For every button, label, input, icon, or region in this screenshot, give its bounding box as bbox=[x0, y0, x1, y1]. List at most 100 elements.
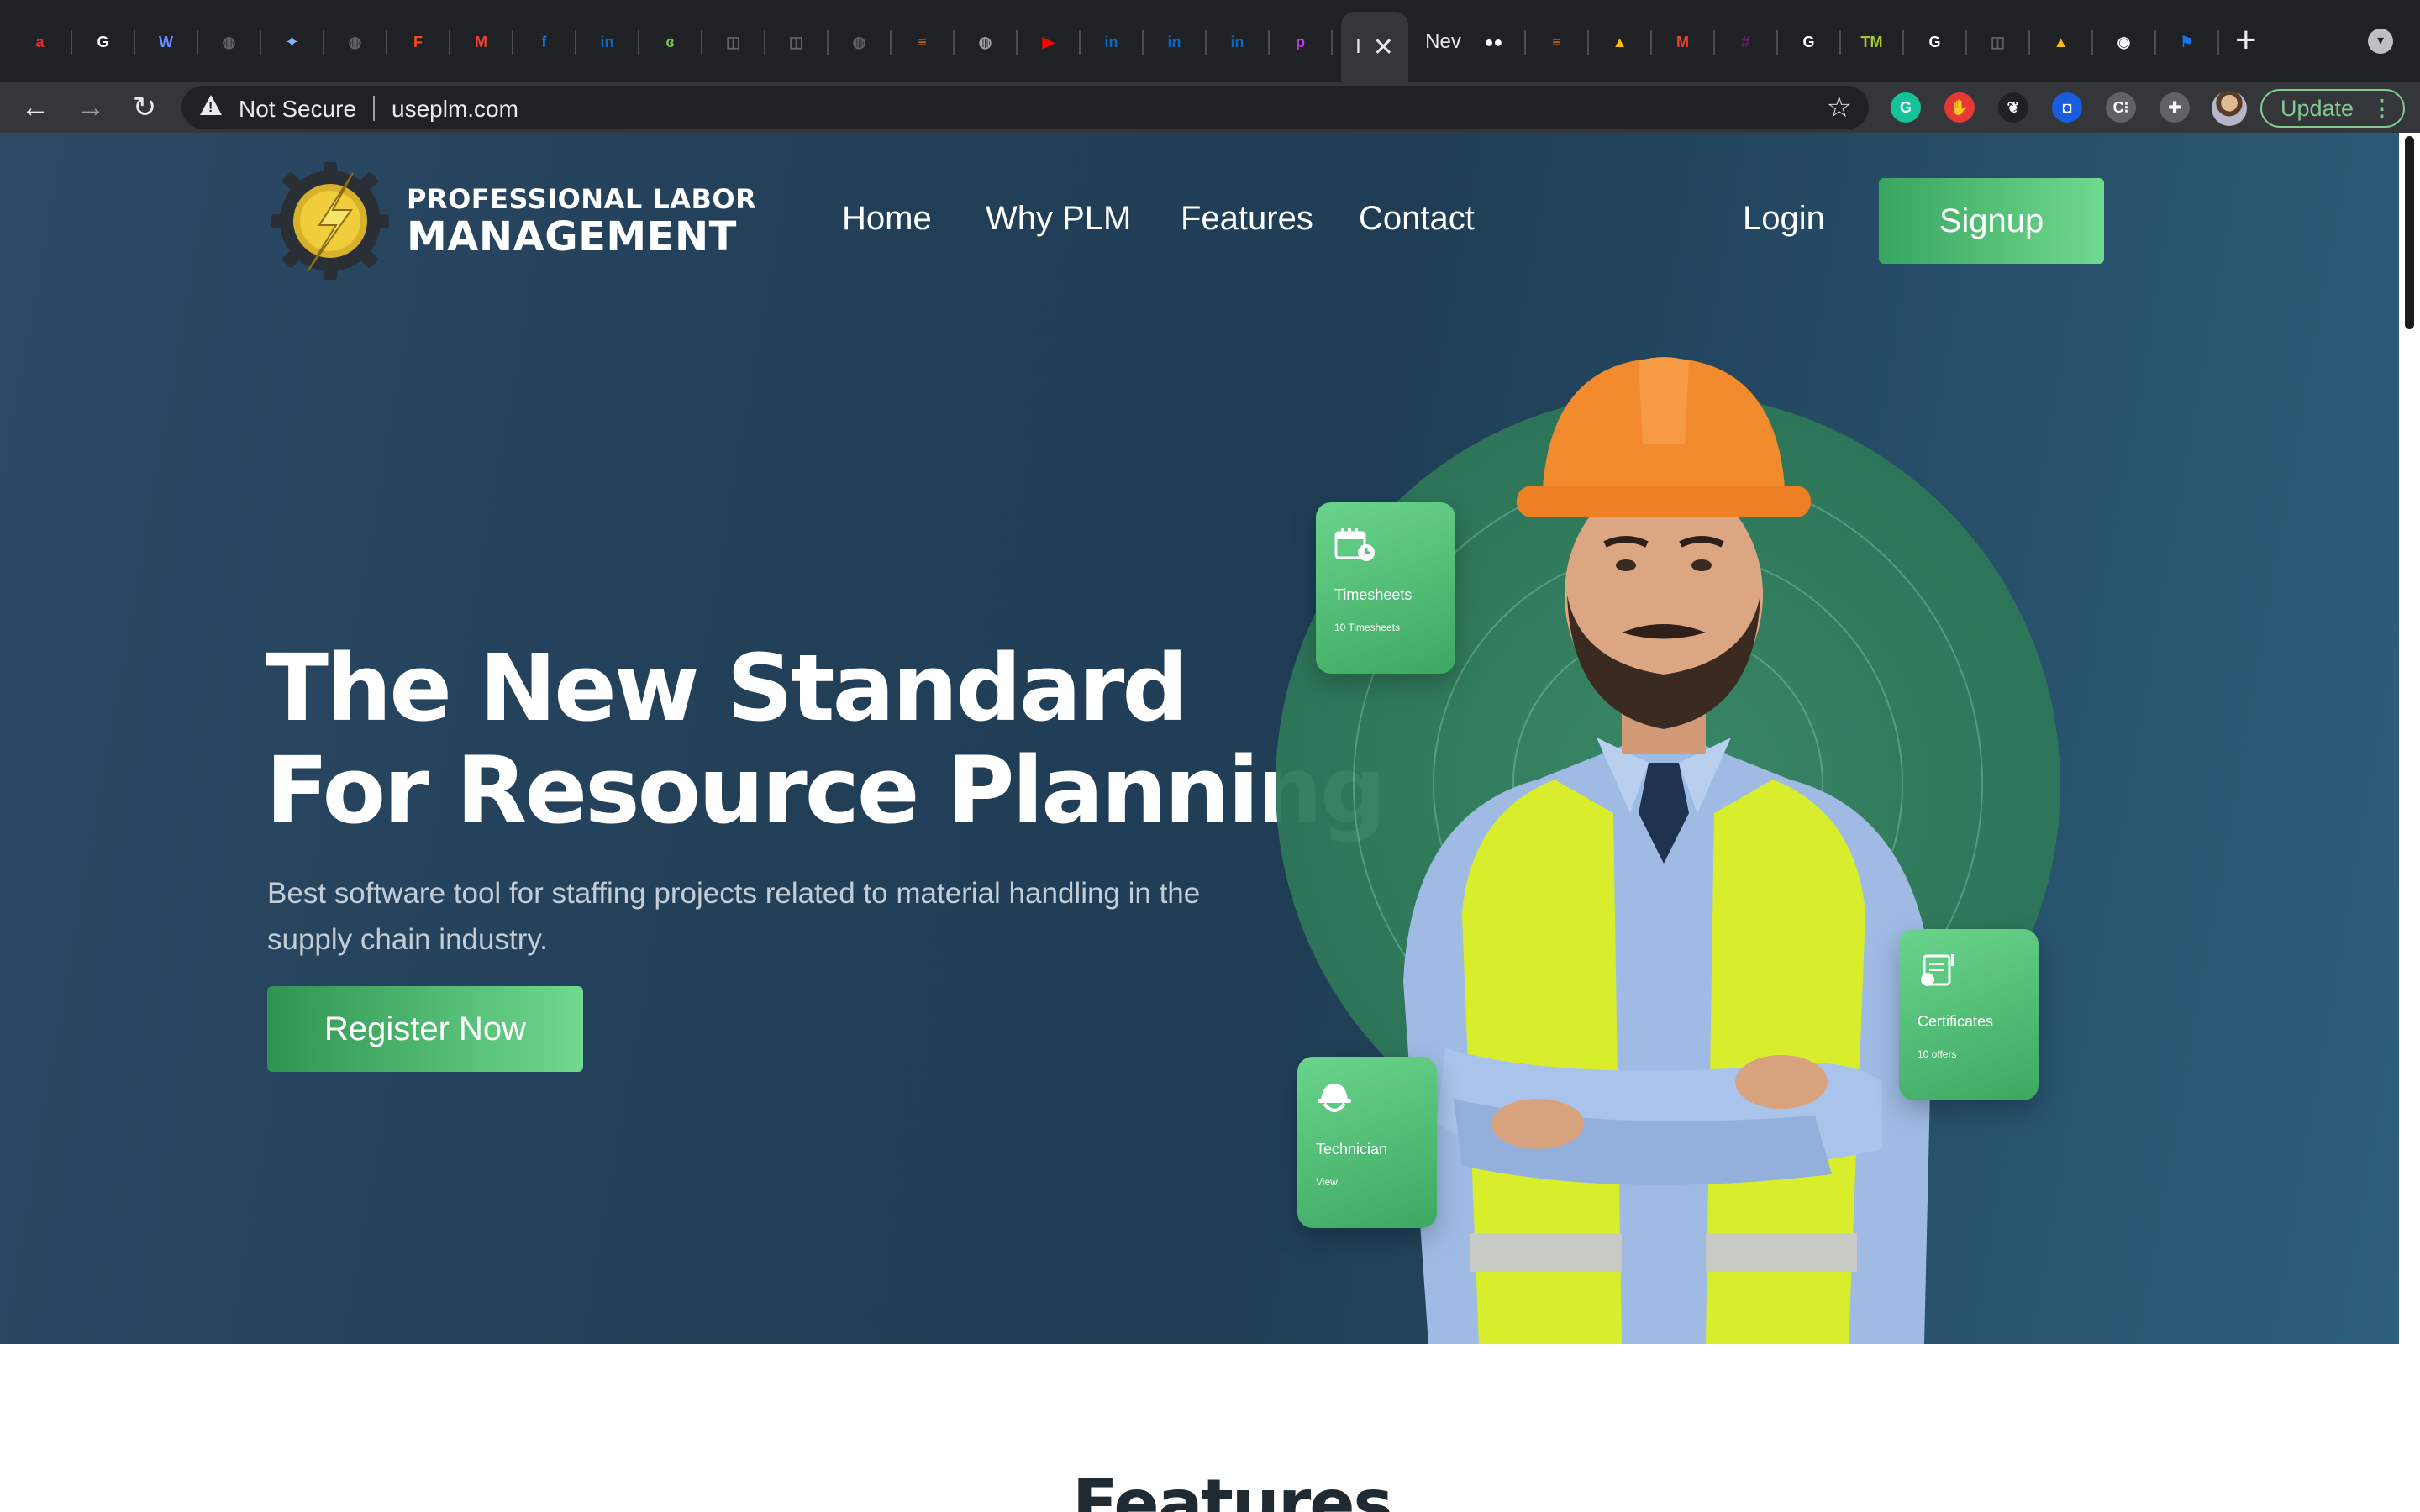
globe-icon: ◍ bbox=[222, 33, 236, 50]
browser-tab[interactable]: W bbox=[134, 18, 197, 66]
bookmark-star-icon[interactable]: ☆ bbox=[1827, 91, 1852, 124]
browser-tab[interactable]: ✦ bbox=[260, 18, 324, 66]
scrollbar-track[interactable] bbox=[2399, 133, 2420, 1512]
browser-tab[interactable]: in bbox=[576, 18, 639, 66]
browser-tab[interactable]: in bbox=[1080, 18, 1143, 66]
browser-tab[interactable]: ◍ bbox=[828, 18, 891, 66]
menu-dots-icon[interactable]: ⋮ bbox=[2370, 91, 2393, 126]
worker-illustration bbox=[1403, 357, 1933, 1344]
url-text[interactable]: useplm.com bbox=[392, 96, 518, 123]
nav-features[interactable]: Features bbox=[1181, 200, 1313, 238]
tm-icon: TM bbox=[1860, 33, 1883, 50]
camera-icon: ◫ bbox=[725, 33, 740, 50]
login-link[interactable]: Login bbox=[1743, 200, 1825, 238]
browser-tab[interactable]: # bbox=[1714, 18, 1777, 66]
browser-tab[interactable]: ◍ bbox=[324, 18, 387, 66]
reload-icon[interactable]: ↻ bbox=[128, 91, 161, 124]
grammarly-icon[interactable]: G bbox=[1891, 92, 1921, 123]
bitwarden-icon[interactable]: ◘ bbox=[2052, 92, 2082, 123]
paw-icon[interactable]: ❦ bbox=[1998, 92, 2028, 123]
features-heading: Features bbox=[1072, 1465, 1393, 1512]
browser-tab[interactable]: in bbox=[1143, 18, 1206, 66]
brand-name-line2: MANAGEMENT bbox=[407, 213, 737, 260]
browser-tab[interactable]: G bbox=[1777, 18, 1840, 66]
card-title: Timesheets bbox=[1334, 586, 1413, 603]
browser-tab[interactable]: ◍ bbox=[197, 18, 260, 66]
facebook-icon: f bbox=[541, 33, 547, 50]
browser-tab[interactable]: ●● bbox=[1462, 18, 1525, 66]
sparkle-icon: ✦ bbox=[285, 33, 299, 50]
browser-tab[interactable]: in bbox=[1206, 18, 1269, 66]
plm-logo[interactable] bbox=[267, 158, 393, 284]
nav-contact[interactable]: Contact bbox=[1359, 200, 1475, 238]
flag-icon: ⚑ bbox=[2180, 33, 2194, 50]
nav-why-plm[interactable]: Why PLM bbox=[986, 200, 1131, 238]
linkedin-icon: in bbox=[1167, 33, 1181, 50]
browser-tab[interactable]: ≡ bbox=[1525, 18, 1588, 66]
browser-tab[interactable]: p bbox=[1269, 18, 1332, 66]
globe-icon: ◍ bbox=[978, 33, 992, 50]
tab-active[interactable]: I ✕ bbox=[1341, 12, 1408, 82]
address-bar[interactable]: ! Not Secure useplm.com ☆ bbox=[182, 86, 1869, 129]
puzzle-icon[interactable]: ✚ bbox=[2160, 92, 2190, 123]
back-icon[interactable]: ← bbox=[18, 91, 52, 124]
browser-tab[interactable]: ◉ bbox=[2092, 18, 2155, 66]
google-drive-icon: ▲ bbox=[1612, 33, 1628, 50]
timesheets-card[interactable]: Timesheets 10 Timesheets bbox=[1316, 502, 1455, 674]
stop-hand-icon[interactable]: ✋ bbox=[1944, 92, 1975, 123]
technician-card[interactable]: Technician View bbox=[1297, 1057, 1437, 1228]
scrollbar-thumb[interactable] bbox=[2405, 136, 2414, 329]
new-tab-button[interactable]: + bbox=[2235, 22, 2257, 59]
hero-headline: The New Standard For Resource Planning bbox=[266, 637, 1386, 842]
profile-avatar[interactable] bbox=[2212, 91, 2247, 126]
browser-tab[interactable]: ◫ bbox=[765, 18, 828, 66]
gmail-icon: M bbox=[1676, 33, 1689, 50]
tab-search-icon[interactable]: ▾ bbox=[2368, 29, 2393, 54]
youtube-icon: ▶ bbox=[1042, 33, 1055, 50]
forward-icon[interactable]: → bbox=[74, 91, 108, 124]
signup-button[interactable]: Signup bbox=[1879, 178, 2104, 264]
camera-icon: ◫ bbox=[1990, 33, 2005, 50]
browser-tab[interactable]: F bbox=[387, 18, 450, 66]
linkedin-icon: in bbox=[600, 33, 614, 50]
nav-home[interactable]: Home bbox=[842, 200, 932, 238]
close-icon[interactable]: ✕ bbox=[1373, 33, 1394, 62]
browser-tab[interactable]: ▲ bbox=[1588, 18, 1651, 66]
browser-tab[interactable]: f bbox=[513, 18, 576, 66]
browser-tab[interactable]: ≡ bbox=[891, 18, 954, 66]
calendar-icon bbox=[1334, 528, 1375, 561]
browser-tab[interactable]: TM bbox=[1840, 18, 1903, 66]
google-icon: G bbox=[1802, 33, 1815, 50]
card-title: Certificates bbox=[1918, 1013, 1994, 1030]
update-button[interactable]: Update ⋮ bbox=[2260, 89, 2405, 128]
globe-icon: ◍ bbox=[852, 33, 866, 50]
hard-hat-icon bbox=[1318, 1084, 1351, 1112]
card-subtitle: 10 Timesheets bbox=[1334, 622, 1401, 633]
tab-divider bbox=[1331, 30, 1333, 55]
browser-tab[interactable]: a bbox=[8, 18, 71, 66]
browser-tab[interactable]: G bbox=[1903, 18, 1966, 66]
css-scan-icon[interactable]: C⁝ bbox=[2106, 92, 2136, 123]
tab-divider bbox=[2217, 30, 2219, 55]
security-indicator[interactable]: Not Secure bbox=[239, 96, 356, 123]
camera-icon: ◫ bbox=[788, 33, 803, 50]
browser-tab[interactable]: M bbox=[450, 18, 513, 66]
card-subtitle: 10 offers bbox=[1918, 1048, 1957, 1060]
browser-tab[interactable]: G bbox=[71, 18, 134, 66]
stackoverflow-icon: ≡ bbox=[918, 33, 927, 50]
google-icon: G bbox=[1928, 33, 1941, 50]
browser-tab[interactable]: ▲ bbox=[2029, 18, 2092, 66]
certificates-card[interactable]: Certificates 10 offers bbox=[1899, 929, 2039, 1100]
browser-tab[interactable]: ◍ bbox=[954, 18, 1017, 66]
brand-name-line1: PROFESSIONAL LABOR bbox=[407, 183, 757, 215]
register-now-button[interactable]: Register Now bbox=[267, 986, 583, 1072]
browser-tab[interactable]: ▶ bbox=[1017, 18, 1080, 66]
browser-tab[interactable]: ɞ bbox=[639, 18, 702, 66]
browser-tab[interactable]: M bbox=[1651, 18, 1714, 66]
browser-tab[interactable]: ◫ bbox=[702, 18, 765, 66]
figma-icon: F bbox=[413, 33, 423, 50]
slack-icon: # bbox=[1741, 33, 1750, 50]
browser-tab[interactable]: ◫ bbox=[1966, 18, 2029, 66]
browser-tab[interactable]: ⚑ bbox=[2155, 18, 2218, 66]
stackoverflow-icon: ≡ bbox=[1552, 33, 1561, 50]
